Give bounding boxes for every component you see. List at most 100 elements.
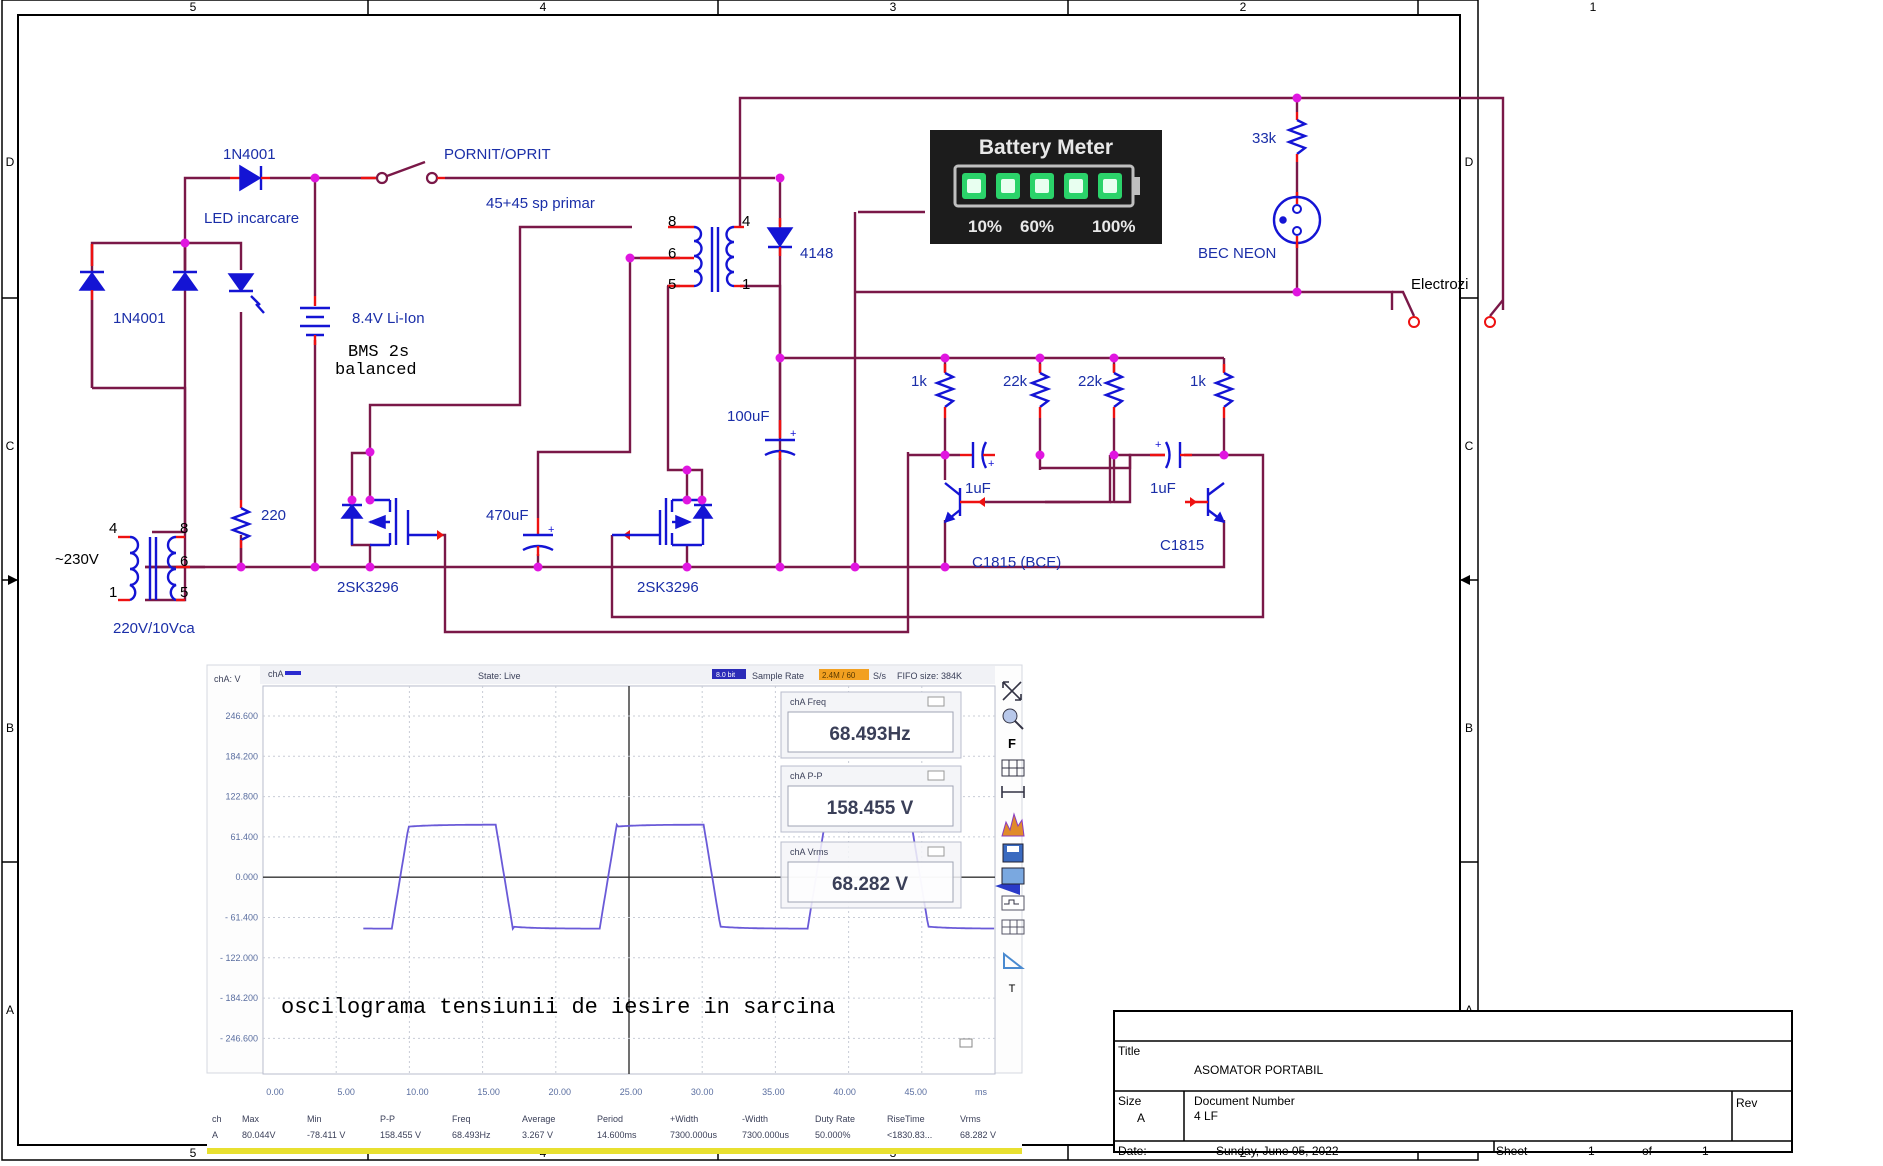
- label-q2: 2SK3296: [637, 579, 699, 596]
- svg-text:+: +: [548, 524, 554, 536]
- oscilloscope-capture: chA: V chA State: Live 8.0 bit Sample Ra…: [206, 664, 1025, 1154]
- scope-table-cell: 14.600ms: [597, 1130, 637, 1140]
- pin-mt-4: 4: [109, 520, 117, 537]
- pin-ot-8: 8: [668, 213, 676, 230]
- scope-table-header: ch: [212, 1114, 222, 1124]
- docnum-value: 4 LF: [1194, 1109, 1218, 1123]
- pin-mt-6: 6: [180, 553, 188, 570]
- battery-meter-bars: [962, 173, 1122, 199]
- diode-bridge-left: [78, 244, 106, 388]
- frame-col-1: 1: [1590, 0, 1597, 14]
- size-label: Size: [1118, 1094, 1142, 1108]
- of-value: 1: [1702, 1144, 1709, 1158]
- pin-mt-5: 5: [180, 584, 188, 601]
- scope-x-tick: 5.00: [337, 1087, 355, 1097]
- resistor-220: [229, 500, 253, 567]
- label-r1k-a: 1k: [911, 373, 927, 390]
- battery-meter: Battery Meter 10% 60% 100%: [930, 130, 1162, 244]
- scope-caption: oscilograma tensiunii de iesire in sarci…: [281, 995, 836, 1020]
- battery-meter-title: Battery Meter: [979, 136, 1113, 159]
- scope-table-header: +Width: [670, 1114, 698, 1124]
- battery-bar-glow: [1103, 179, 1117, 193]
- scope-pp-title: chA P-P: [790, 771, 823, 781]
- schematic: 5 4 3 2 1 5 4 3 2 D C B A D C B A: [1, 0, 1793, 1161]
- frame-row-d-right: D: [1465, 155, 1474, 169]
- size-value: A: [1137, 1111, 1145, 1125]
- frame-row-d: D: [6, 155, 15, 169]
- svg-text:+: +: [1155, 439, 1161, 451]
- label-1n4001-left: 1N4001: [113, 310, 166, 327]
- svg-text:+: +: [988, 458, 994, 470]
- scope-x-tick: 25.00: [620, 1087, 643, 1097]
- frame-row-b: B: [6, 721, 14, 735]
- frame-row-a: A: [6, 1003, 14, 1017]
- scope-table-header: Vrms: [960, 1114, 981, 1124]
- battery-mark-60: 60%: [1020, 217, 1054, 236]
- diode-4148: [766, 218, 794, 256]
- scope-x-tick: 10.00: [406, 1087, 429, 1097]
- frame-col-2: 2: [1240, 0, 1247, 14]
- scope-fifo: FIFO size: 384K: [897, 671, 962, 681]
- label-bms-2: balanced: [335, 361, 417, 380]
- fft-icon[interactable]: F: [1008, 736, 1016, 751]
- title-value: ASOMATOR PORTABIL: [1194, 1063, 1323, 1077]
- scope-y-tick: - 122.000: [220, 953, 258, 963]
- label-q1: 2SK3296: [337, 579, 399, 596]
- scope-y-tick: - 246.600: [220, 1033, 258, 1043]
- title-block: [1113, 1010, 1793, 1153]
- label-c1815: C1815: [1160, 537, 1204, 554]
- scope-table-cell: 3.267 V: [522, 1130, 553, 1140]
- scope-vrms-value: 68.282 V: [832, 874, 908, 895]
- label-bms-1: BMS 2s: [348, 343, 409, 362]
- capacitor-1uf-b: +: [1150, 439, 1192, 469]
- scope-table-cell: 80.044V: [242, 1130, 276, 1140]
- scope-pp-box: chA P-P 158.455 V: [780, 765, 962, 833]
- resistor-1k-a: [933, 364, 957, 418]
- scope-sample-rate-suffix: S/s: [873, 671, 887, 681]
- save-icon[interactable]: [1002, 843, 1024, 863]
- label-1n4001-top: 1N4001: [223, 146, 276, 163]
- text-tool-icon[interactable]: T: [1009, 983, 1016, 995]
- scope-table-header: Duty Rate: [815, 1114, 855, 1124]
- label-1uf-a: 1uF: [965, 480, 991, 497]
- capacitor-1uf-a: +: [960, 441, 995, 470]
- pin-mt-1: 1: [109, 584, 117, 601]
- scope-table-cell: -78.411 V: [307, 1130, 345, 1140]
- scope-table-cell: 68.282 V: [960, 1130, 996, 1140]
- wires: [90, 96, 1505, 634]
- scope-table-cell: A: [212, 1130, 218, 1140]
- waveform-icon[interactable]: [1001, 895, 1025, 911]
- sheet-value: 1: [1588, 1144, 1595, 1158]
- scope-x-unit: ms: [975, 1087, 987, 1097]
- battery-bar-glow: [1001, 179, 1015, 193]
- scope-x-ticks: 0.00 5.00 10.00 15.00 20.00 25.00 30.00 35.00 40…: [266, 1087, 927, 1097]
- scope-x-tick: 20.00: [549, 1087, 572, 1097]
- label-pornit-oprit: PORNIT/OPRIT: [444, 146, 551, 163]
- label-electrozi: Electrozi: [1411, 276, 1469, 293]
- neon-bulb: [1272, 192, 1322, 248]
- label-1uf-b: 1uF: [1150, 480, 1176, 497]
- screenshot-icon[interactable]: [1001, 867, 1025, 885]
- scope-x-tick: 45.00: [905, 1087, 928, 1097]
- sheet-label: Sheet: [1496, 1144, 1528, 1158]
- frame-row-c-right: C: [1465, 439, 1474, 453]
- switch-pornit-oprit: [361, 160, 445, 185]
- svg-text:+: +: [790, 428, 796, 440]
- label-r1k-b: 1k: [1190, 373, 1206, 390]
- diode-bridge-mid: [171, 270, 199, 291]
- frame-row-b-right: B: [1465, 721, 1473, 735]
- label-r22k-b: 22k: [1078, 373, 1103, 390]
- pin-mt-8: 8: [180, 520, 188, 537]
- pin-ot-5: 5: [668, 276, 676, 293]
- scope-vrms-title: chA Vrms: [790, 847, 829, 857]
- label-r22k-a: 22k: [1003, 373, 1028, 390]
- scope-y-tick: 246.600: [225, 711, 258, 721]
- scope-table-header: -Width: [742, 1114, 768, 1124]
- electrodes: [1392, 290, 1504, 328]
- scope-sample-rate-label: Sample Rate: [752, 671, 804, 681]
- scope-y-tick: 122.800: [225, 792, 258, 802]
- transistor-c1815-b: [1185, 482, 1226, 524]
- scope-y-tick: - 184.200: [220, 993, 258, 1003]
- scope-state: State: Live: [478, 671, 521, 681]
- scope-freq-box: chA Freq 68.493Hz: [780, 691, 962, 759]
